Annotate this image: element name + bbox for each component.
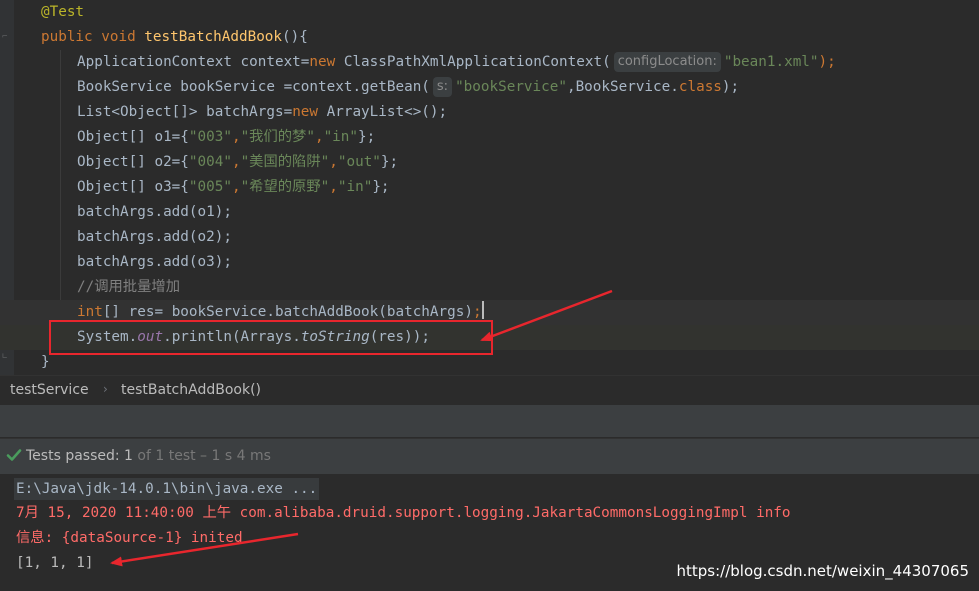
code-token: ,	[329, 179, 338, 195]
string-token: "005"	[188, 179, 232, 195]
code-token: batchArgs.add(o3);	[77, 254, 232, 270]
code-line: Object[] o3={"005","希望的原野","in"};	[0, 175, 979, 200]
string-token: "我们的梦"	[240, 129, 315, 145]
code-line: public void testBatchAddBook(){	[0, 25, 979, 50]
code-token: ,	[314, 129, 324, 145]
string-token: "bean1.xml"	[723, 54, 819, 70]
code-token: ,	[231, 179, 241, 195]
keyword-token: int	[77, 304, 103, 320]
code-line: @Test	[0, 0, 979, 25]
status-label: Tests passed:	[26, 448, 125, 464]
breadcrumb-class[interactable]: testService	[10, 382, 89, 398]
code-token: };	[358, 129, 376, 145]
code-line: Object[] o2={"004","美国的陷阱","out"};	[0, 150, 979, 175]
highlight-box	[49, 320, 493, 355]
code-line: List<Object[]> batchArgs=new ArrayList<>…	[0, 100, 979, 125]
check-icon	[6, 447, 22, 467]
string-token: "美国的陷阱"	[240, 154, 330, 170]
breadcrumb: testService › testBatchAddBook()	[0, 375, 979, 405]
parameter-hint: configLocation:	[613, 52, 721, 72]
comment-token: //调用批量增加	[77, 279, 180, 295]
keyword-token: class	[678, 79, 722, 95]
code-token: };	[372, 179, 390, 195]
string-token: "bookService"	[455, 79, 567, 95]
string-token: "003"	[188, 129, 232, 145]
code-token: ,	[231, 129, 241, 145]
status-detail: of 1 test – 1 s 4 ms	[132, 448, 271, 464]
code-line: ApplicationContext context=new ClassPath…	[0, 50, 979, 75]
code-line: Object[] o1={"003","我们的梦","in"};	[0, 125, 979, 150]
code-token: ApplicationContext context=	[77, 54, 310, 70]
code-token: Object[] o1={	[77, 129, 189, 145]
string-token: "in"	[323, 129, 359, 145]
code-token: ClassPathXmlApplicationContext(	[335, 54, 611, 70]
keyword-token: new	[292, 104, 319, 120]
code-token: ,	[231, 154, 241, 170]
string-token: "004"	[188, 154, 232, 170]
breadcrumb-method[interactable]: testBatchAddBook()	[121, 382, 261, 398]
code-token: BookService bookService =context.getBean…	[77, 79, 430, 95]
code-token: (){	[282, 29, 308, 45]
test-status-bar: Tests passed: 1 of 1 test – 1 s 4 ms	[0, 438, 979, 474]
console-command: E:\Java\jdk-14.0.1\bin\java.exe ...	[14, 478, 320, 500]
code-token: ,BookService.	[566, 79, 679, 95]
console-result: [1, 1, 1]	[16, 555, 94, 571]
string-token: "out"	[337, 154, 381, 170]
run-toolbar	[0, 405, 979, 438]
method-name: testBatchAddBook	[144, 29, 283, 45]
annotation-token: @Test	[41, 4, 85, 20]
code-token: );	[818, 54, 836, 70]
code-line: BookService bookService =context.getBean…	[0, 75, 979, 100]
code-token: );	[721, 79, 740, 95]
code-line: batchArgs.add(o2);	[0, 225, 979, 250]
code-line: //调用批量增加	[0, 275, 979, 300]
code-editor[interactable]: ⌐ ∟ @Test public void testBatchAddBook()…	[0, 0, 979, 375]
text-caret	[481, 301, 484, 319]
code-token: [] res= bookService.batchAddBook(batchAr…	[102, 304, 473, 320]
code-token: Object[] o3={	[77, 179, 189, 195]
parameter-hint: s:	[432, 77, 453, 97]
code-token: };	[380, 154, 399, 170]
keyword-token: public void	[41, 29, 145, 45]
chevron-right-icon: ›	[103, 382, 108, 396]
console-log-line: 信息: {dataSource-1} inited	[16, 530, 243, 546]
code-line: batchArgs.add(o3);	[0, 250, 979, 275]
code-token: ,	[329, 154, 338, 170]
string-token: "in"	[337, 179, 373, 195]
string-token: "希望的原野"	[240, 179, 330, 195]
code-token: batchArgs.add(o1);	[77, 204, 232, 220]
code-token: List<Object[]> batchArgs=	[77, 104, 293, 120]
code-token: Object[] o2={	[77, 154, 189, 170]
status-count: 1	[124, 448, 133, 464]
code-token: ;	[472, 304, 482, 320]
watermark: https://blog.csdn.net/weixin_44307065	[676, 562, 969, 580]
keyword-token: new	[309, 54, 336, 70]
code-line: batchArgs.add(o1);	[0, 200, 979, 225]
console-log-line: 7月 15, 2020 11:40:00 上午 com.alibaba.drui…	[16, 505, 791, 521]
code-token: ArrayList<>();	[318, 104, 448, 120]
code-token: batchArgs.add(o2);	[77, 229, 232, 245]
